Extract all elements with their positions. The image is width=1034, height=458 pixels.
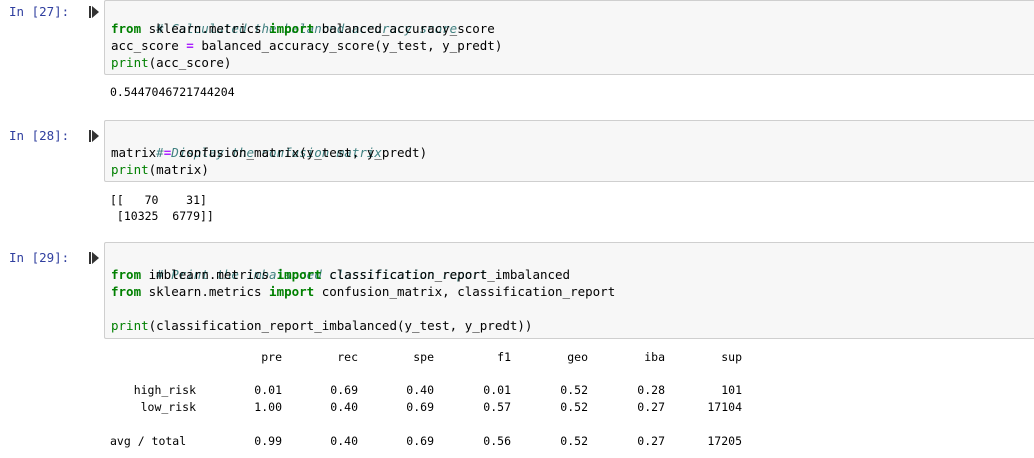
- run-cell-icon[interactable]: [89, 6, 99, 18]
- report-value: 0.52: [560, 383, 588, 397]
- input-prompt: In [28]:: [9, 128, 70, 143]
- code-text: (classification_report_imbalanced(y_test…: [148, 318, 533, 333]
- report-value: 1.00: [254, 400, 282, 414]
- report-value: 0.69: [406, 400, 434, 414]
- code-editor[interactable]: # Print the imbalanced classification re…: [104, 242, 1034, 339]
- report-value: 0.40: [330, 400, 358, 414]
- input-prompt: In [29]:: [9, 250, 70, 265]
- report-row-label: low_risk: [140, 400, 196, 414]
- code-text: acc_score: [111, 38, 187, 53]
- operator: =: [186, 38, 194, 53]
- code-text: (acc_score): [148, 55, 232, 70]
- import-name: classification_report_imbalanced: [321, 267, 571, 282]
- report-row-label: avg / total: [110, 434, 187, 448]
- import-name: balanced_accuracy_score: [314, 21, 495, 36]
- report-value: 0.69: [330, 383, 358, 397]
- keyword: import: [269, 21, 315, 36]
- notebook-cell-27[interactable]: In [27]: # Calculated the balanced accur…: [0, 0, 1034, 110]
- builtin: print: [111, 55, 149, 70]
- report-value: 101: [721, 383, 742, 397]
- report-value: 0.40: [330, 434, 358, 448]
- module-name: sklearn.metrics: [141, 284, 270, 299]
- notebook-cell-29[interactable]: In [29]: # Print the imbalanced classifi…: [0, 242, 1034, 458]
- code-text: (matrix): [148, 162, 209, 177]
- report-value: 0.57: [483, 400, 511, 414]
- report-header-spe: spe: [413, 350, 434, 364]
- code-line: from sklearn.metrics import balanced_acc…: [111, 20, 495, 37]
- keyword: import: [269, 284, 315, 299]
- code-line: print(matrix): [111, 161, 209, 178]
- cell-output: 0.5447046721744204: [110, 85, 235, 99]
- code-line: matrix = confusion_matrix(y_test, y_pred…: [111, 144, 427, 161]
- notebook-cell-28[interactable]: In [28]: # Display the confusion matrix …: [0, 120, 1034, 230]
- report-value: 0.52: [560, 400, 588, 414]
- code-text: confusion_matrix(y_test, y_predt): [171, 145, 428, 160]
- report-value: 0.40: [406, 383, 434, 397]
- code-line: from imblearn.metrics import classificat…: [111, 266, 570, 283]
- import-name: confusion_matrix, classification_report: [314, 284, 616, 299]
- keyword: from: [111, 284, 142, 299]
- builtin: print: [111, 318, 149, 333]
- report-header-rec: rec: [337, 350, 358, 364]
- report-value: 0.56: [483, 434, 511, 448]
- code-line: from sklearn.metrics import confusion_ma…: [111, 283, 615, 300]
- code-line: print(acc_score): [111, 54, 231, 71]
- keyword: from: [111, 21, 142, 36]
- report-header-sup: sup: [721, 350, 742, 364]
- report-row-label: high_risk: [133, 383, 196, 397]
- module-name: imblearn.metrics: [141, 267, 277, 282]
- cell-output: [[ 70 31]: [110, 193, 207, 207]
- keyword: from: [111, 267, 142, 282]
- report-header-geo: geo: [567, 350, 588, 364]
- run-cell-icon[interactable]: [89, 130, 99, 142]
- code-text: matrix: [111, 145, 164, 160]
- report-header-f1: f1: [497, 350, 511, 364]
- code-editor[interactable]: # Calculated the balanced accuracy score…: [104, 0, 1034, 75]
- report-value: 0.01: [254, 383, 282, 397]
- code-line: # Calculated the balanced accuracy score: [111, 3, 457, 36]
- run-cell-icon[interactable]: [89, 252, 99, 264]
- input-prompt: In [27]:: [9, 4, 70, 19]
- report-value: 0.27: [637, 434, 665, 448]
- code-line: acc_score = balanced_accuracy_score(y_te…: [111, 37, 502, 54]
- code-text: balanced_accuracy_score(y_test, y_predt): [193, 38, 503, 53]
- builtin: print: [111, 162, 149, 177]
- report-value: 0.01: [483, 383, 511, 397]
- report-value: 0.69: [406, 434, 434, 448]
- code-editor[interactable]: # Display the confusion matrix matrix = …: [104, 120, 1034, 182]
- code-line: # Display the confusion matrix: [111, 127, 382, 160]
- code-line: print(classification_report_imbalanced(y…: [111, 317, 532, 334]
- report-header-pre: pre: [261, 350, 282, 364]
- module-name: sklearn.metrics: [141, 21, 270, 36]
- report-header-iba: iba: [644, 350, 665, 364]
- keyword: import: [276, 267, 322, 282]
- report-value: 0.28: [637, 383, 665, 397]
- report-value: 0.27: [637, 400, 665, 414]
- report-value: 17104: [707, 400, 742, 414]
- report-value: 0.52: [560, 434, 588, 448]
- report-value: 0.99: [254, 434, 282, 448]
- code-line: # Print the imbalanced classification re…: [111, 249, 487, 282]
- report-value: 17205: [707, 434, 742, 448]
- cell-output: [10325 6779]]: [110, 209, 214, 223]
